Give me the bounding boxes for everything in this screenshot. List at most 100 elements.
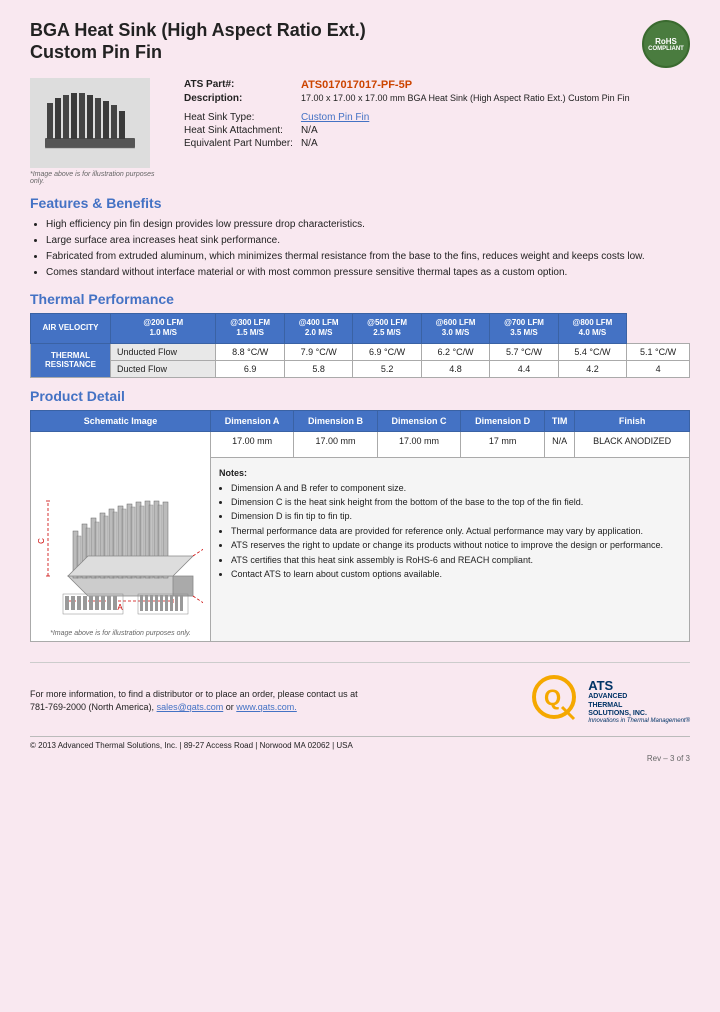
feature-item: Large surface area increases heat sink p… (46, 233, 690, 249)
ducted-200: 6.9 (216, 360, 284, 377)
product-detail-section: Product Detail Schematic Image Dimension… (30, 388, 690, 642)
product-title: BGA Heat Sink (High Aspect Ratio Ext.) C… (30, 20, 366, 63)
svg-text:A: A (117, 603, 123, 612)
schematic-svg: C A B (38, 436, 203, 626)
description-value: 17.00 x 17.00 x 17.00 mm BGA Heat Sink (… (297, 92, 634, 105)
note-item: ATS reserves the right to update or chan… (231, 538, 681, 552)
col-dim-c: Dimension C (377, 410, 461, 431)
equivalent-label: Equivalent Part Number: (180, 137, 297, 150)
col-500lfm: @500 LFM2.5 M/S (353, 314, 421, 344)
ducted-600: 4.4 (490, 360, 558, 377)
col-dim-a: Dimension A (211, 410, 294, 431)
note-item: ATS certifies that this heat sink assemb… (231, 553, 681, 567)
heatsink-type-label: Heat Sink Type: (180, 111, 297, 124)
svg-text:C: C (38, 538, 46, 544)
copyright-text: © 2013 Advanced Thermal Solutions, Inc. … (30, 741, 353, 750)
thermal-performance-section: Thermal Performance AIR VELOCITY @200 LF… (30, 291, 690, 378)
note-item: Contact ATS to learn about custom option… (231, 567, 681, 581)
ducted-300: 5.8 (284, 360, 352, 377)
unducted-label: Unducted Flow (111, 343, 216, 360)
ats-part-label: ATS Part#: (180, 78, 297, 92)
unducted-400: 6.9 °C/W (353, 343, 421, 360)
product-image-area: *Image above is for illustration purpose… (30, 78, 160, 185)
product-details: ATS Part#: ATS017017017-PF-5P Descriptio… (180, 78, 634, 185)
heatsink-illustration (35, 83, 145, 163)
features-list: High efficiency pin fin design provides … (46, 217, 690, 281)
feature-item: High efficiency pin fin design provides … (46, 217, 690, 233)
attachment-label: Heat Sink Attachment: (180, 124, 297, 137)
dim-c-value: 17.00 mm (377, 431, 461, 457)
header: BGA Heat Sink (High Aspect Ratio Ext.) C… (30, 20, 690, 68)
col-300lfm: @300 LFM1.5 M/S (216, 314, 284, 344)
attachment-value: N/A (297, 124, 634, 137)
unducted-300: 7.9 °C/W (284, 343, 352, 360)
footer-contact: For more information, to find a distribu… (30, 688, 358, 715)
col-600lfm: @600 LFM3.0 M/S (421, 314, 489, 344)
feature-item: Fabricated from extruded aluminum, which… (46, 249, 690, 265)
rohs-badge: RoHS COMPLIANT (642, 20, 690, 68)
contact-line1: For more information, to find a distribu… (30, 688, 358, 702)
page-number: Rev – 3 of 3 (30, 754, 690, 763)
col-schematic: Schematic Image (31, 410, 211, 431)
svg-text:Q: Q (544, 685, 561, 710)
unducted-700: 5.4 °C/W (558, 343, 626, 360)
col-tim: TIM (544, 410, 574, 431)
page: BGA Heat Sink (High Aspect Ratio Ext.) C… (0, 0, 720, 773)
ats-logo-name: ATS (588, 678, 690, 693)
col-dim-d: Dimension D (461, 410, 545, 431)
col-800lfm: @800 LFM4.0 M/S (558, 314, 626, 344)
product-info-section: *Image above is for illustration purpose… (30, 78, 690, 185)
col-700lfm: @700 LFM3.5 M/S (490, 314, 558, 344)
product-image (30, 78, 150, 168)
schematic-note: *Image above is for illustration purpose… (34, 630, 207, 637)
ats-part-value: ATS017017017-PF-5P (301, 79, 412, 91)
thermal-title: Thermal Performance (30, 291, 690, 307)
ducted-500: 4.8 (421, 360, 489, 377)
contact-web-link[interactable]: www.qats.com. (236, 702, 297, 712)
features-section: Features & Benefits High efficiency pin … (30, 195, 690, 281)
ducted-800: 4 (627, 360, 690, 377)
footer-copyright: © 2013 Advanced Thermal Solutions, Inc. … (30, 736, 690, 750)
contact-line2: 781-769-2000 (North America), sales@qats… (30, 701, 358, 715)
note-item: Thermal performance data are provided fo… (231, 524, 681, 538)
notes-title: Notes: (219, 466, 681, 480)
title-line1: BGA Heat Sink (High Aspect Ratio Ext.) (30, 20, 366, 40)
note-item: Dimension D is fin tip to fin tip. (231, 509, 681, 523)
air-velocity-header: AIR VELOCITY (31, 314, 111, 344)
schematic-image-cell: C A B (31, 431, 211, 641)
col-dim-b: Dimension B (294, 410, 378, 431)
notes-cell: Notes: Dimension A and B refer to compon… (211, 458, 690, 642)
col-finish: Finish (575, 410, 690, 431)
product-detail-title: Product Detail (30, 388, 690, 404)
finish-value: BLACK ANODIZED (575, 431, 690, 457)
heatsink-type-value: Custom Pin Fin (301, 112, 369, 123)
ats-q-logo: Q (532, 675, 582, 725)
notes-list: Dimension A and B refer to component siz… (231, 481, 681, 582)
equivalent-value: N/A (297, 137, 634, 150)
footer-divider (30, 662, 690, 663)
description-label: Description: (180, 92, 297, 105)
contact-email-link[interactable]: sales@qats.com (157, 702, 224, 712)
dim-d-value: 17 mm (461, 431, 545, 457)
unducted-800: 5.1 °C/W (627, 343, 690, 360)
ducted-label: Ducted Flow (111, 360, 216, 377)
note-item: Dimension A and B refer to component siz… (231, 481, 681, 495)
tim-value: N/A (544, 431, 574, 457)
title-line2: Custom Pin Fin (30, 42, 162, 62)
features-title: Features & Benefits (30, 195, 690, 211)
note-item: Dimension C is the heat sink height from… (231, 495, 681, 509)
ats-logo: Q ATS ADVANCEDTHERMALSOLUTIONS, INC. Inn… (532, 675, 690, 728)
feature-item: Comes standard without interface materia… (46, 265, 690, 281)
ducted-700: 4.2 (558, 360, 626, 377)
unducted-500: 6.2 °C/W (421, 343, 489, 360)
unducted-200: 8.8 °C/W (216, 343, 284, 360)
ats-logo-full: ADVANCEDTHERMALSOLUTIONS, INC. (588, 693, 690, 718)
product-detail-table: Schematic Image Dimension A Dimension B … (30, 410, 690, 642)
dim-b-value: 17.00 mm (294, 431, 378, 457)
dim-a-value: 17.00 mm (211, 431, 294, 457)
ducted-400: 5.2 (353, 360, 421, 377)
footer-main: For more information, to find a distribu… (30, 675, 690, 728)
thermal-table: AIR VELOCITY @200 LFM1.0 M/S @300 LFM1.5… (30, 313, 690, 378)
image-note: *Image above is for illustration purpose… (30, 171, 160, 185)
ats-tagline: Innovations in Thermal Management® (588, 718, 690, 724)
